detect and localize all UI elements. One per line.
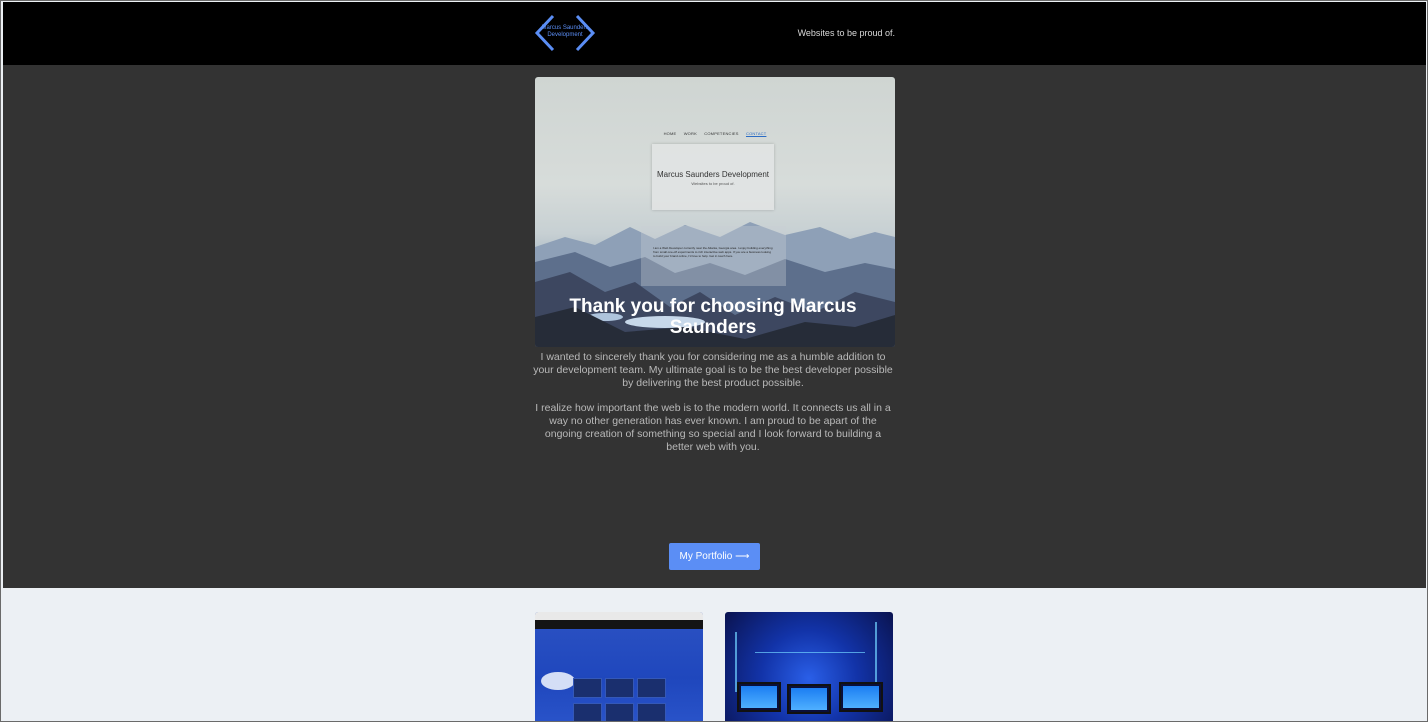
monitor-graphic	[787, 684, 831, 714]
hero-about-text: I am a Web Developer currently near the …	[653, 246, 773, 258]
hero-mini-nav: HOME WORK COMPETENCIES CONTACT	[535, 131, 895, 136]
mini-nav-competencies: COMPETENCIES	[704, 131, 739, 136]
cloud-shape	[541, 672, 575, 690]
intro-paragraph: I wanted to sincerely thank you for cons…	[533, 351, 893, 389]
page-title: Thank you for choosing Marcus Saunders	[569, 296, 857, 338]
hero-title-card: Marcus Saunders Development Websites to …	[652, 144, 774, 210]
hero-card-subtitle: Websites to be proud of.	[691, 181, 735, 186]
mini-nav-contact: CONTACT	[745, 131, 767, 136]
main-section: HOME WORK COMPETENCIES CONTACT Marcus Sa…	[3, 65, 1426, 588]
calendar-cell	[573, 703, 602, 721]
header-tagline: Websites to be proud of.	[797, 28, 895, 38]
header-bar	[3, 2, 1426, 65]
calendar-cell	[637, 678, 666, 698]
portfolio-thumbnail-tech[interactable]	[725, 612, 893, 721]
closing-paragraph: I realize how important the web is to th…	[535, 402, 891, 453]
logo[interactable]: Marcus Saunders Development	[533, 13, 597, 53]
mini-nav-work: WORK	[683, 131, 697, 136]
neon-line	[755, 652, 865, 653]
calendar-cell	[605, 678, 634, 698]
browser-bar	[535, 612, 703, 620]
mini-nav-home: HOME	[663, 131, 677, 136]
hero-about-box: I am a Web Developer currently near the …	[641, 226, 786, 286]
portfolio-button[interactable]: My Portfolio ⟶	[669, 543, 760, 570]
calendar-cell	[605, 703, 634, 721]
hero-card-title: Marcus Saunders Development	[656, 170, 770, 179]
monitor-graphic	[737, 682, 781, 712]
calendar-cell	[573, 678, 602, 698]
monitor-graphic	[839, 682, 883, 712]
calendar-cell	[637, 703, 666, 721]
email-frame: Marcus Saunders Development Websites to …	[0, 0, 1428, 722]
site-nav-bar	[535, 620, 703, 629]
portfolio-thumbnail-calendar[interactable]	[535, 612, 703, 721]
logo-text: Marcus Saunders Development	[541, 25, 589, 38]
